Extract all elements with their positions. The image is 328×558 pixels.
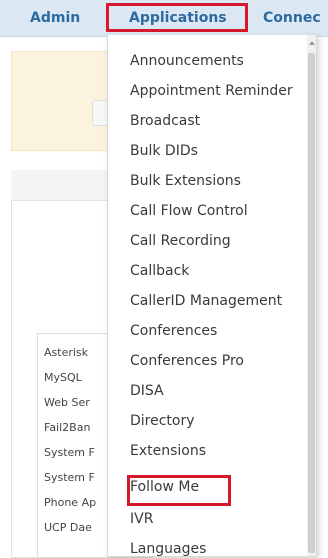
- dropdown-scrollbar[interactable]: [307, 35, 316, 556]
- service-row-label: Phone Ap: [44, 496, 97, 509]
- menu-item-announcements[interactable]: Announcements: [130, 53, 244, 69]
- menu-item-broadcast[interactable]: Broadcast: [130, 113, 200, 129]
- service-row-label: System F: [44, 446, 95, 459]
- menu-item-conferences-pro[interactable]: Conferences Pro: [130, 353, 244, 369]
- menu-item-ivr[interactable]: IVR: [130, 511, 153, 527]
- follow-me-highlight-box: [127, 475, 231, 506]
- nav-connectivity[interactable]: Connec: [263, 10, 321, 26]
- menu-item-appointment-reminder[interactable]: Appointment Reminder: [130, 83, 293, 99]
- menu-item-extensions[interactable]: Extensions: [130, 443, 206, 459]
- menu-item-directory[interactable]: Directory: [130, 413, 195, 429]
- service-row-label: Web Ser: [44, 396, 90, 409]
- menu-item-call-flow-control[interactable]: Call Flow Control: [130, 203, 248, 219]
- menu-item-call-recording[interactable]: Call Recording: [130, 233, 231, 249]
- service-row-label: Asterisk: [44, 346, 89, 359]
- menu-item-languages[interactable]: Languages: [130, 541, 206, 556]
- menu-item-callback[interactable]: Callback: [130, 263, 189, 279]
- applications-highlight-box: [106, 3, 248, 32]
- menu-item-conferences[interactable]: Conferences: [130, 323, 217, 339]
- menu-item-callerid-management[interactable]: CallerID Management: [130, 293, 282, 309]
- nav-admin[interactable]: Admin: [30, 10, 80, 26]
- service-row-label: Fail2Ban: [44, 421, 91, 434]
- service-row-label: System F: [44, 471, 95, 484]
- menu-item-bulk-dids[interactable]: Bulk DIDs: [130, 143, 198, 159]
- service-row-label: MySQL: [44, 371, 82, 384]
- menu-item-bulk-extensions[interactable]: Bulk Extensions: [130, 173, 241, 189]
- service-row-label: UCP Dae: [44, 521, 92, 534]
- scroll-up-arrow-icon[interactable]: [309, 41, 315, 45]
- scrollbar-thumb[interactable]: [308, 53, 315, 553]
- menu-item-disa[interactable]: DISA: [130, 383, 164, 399]
